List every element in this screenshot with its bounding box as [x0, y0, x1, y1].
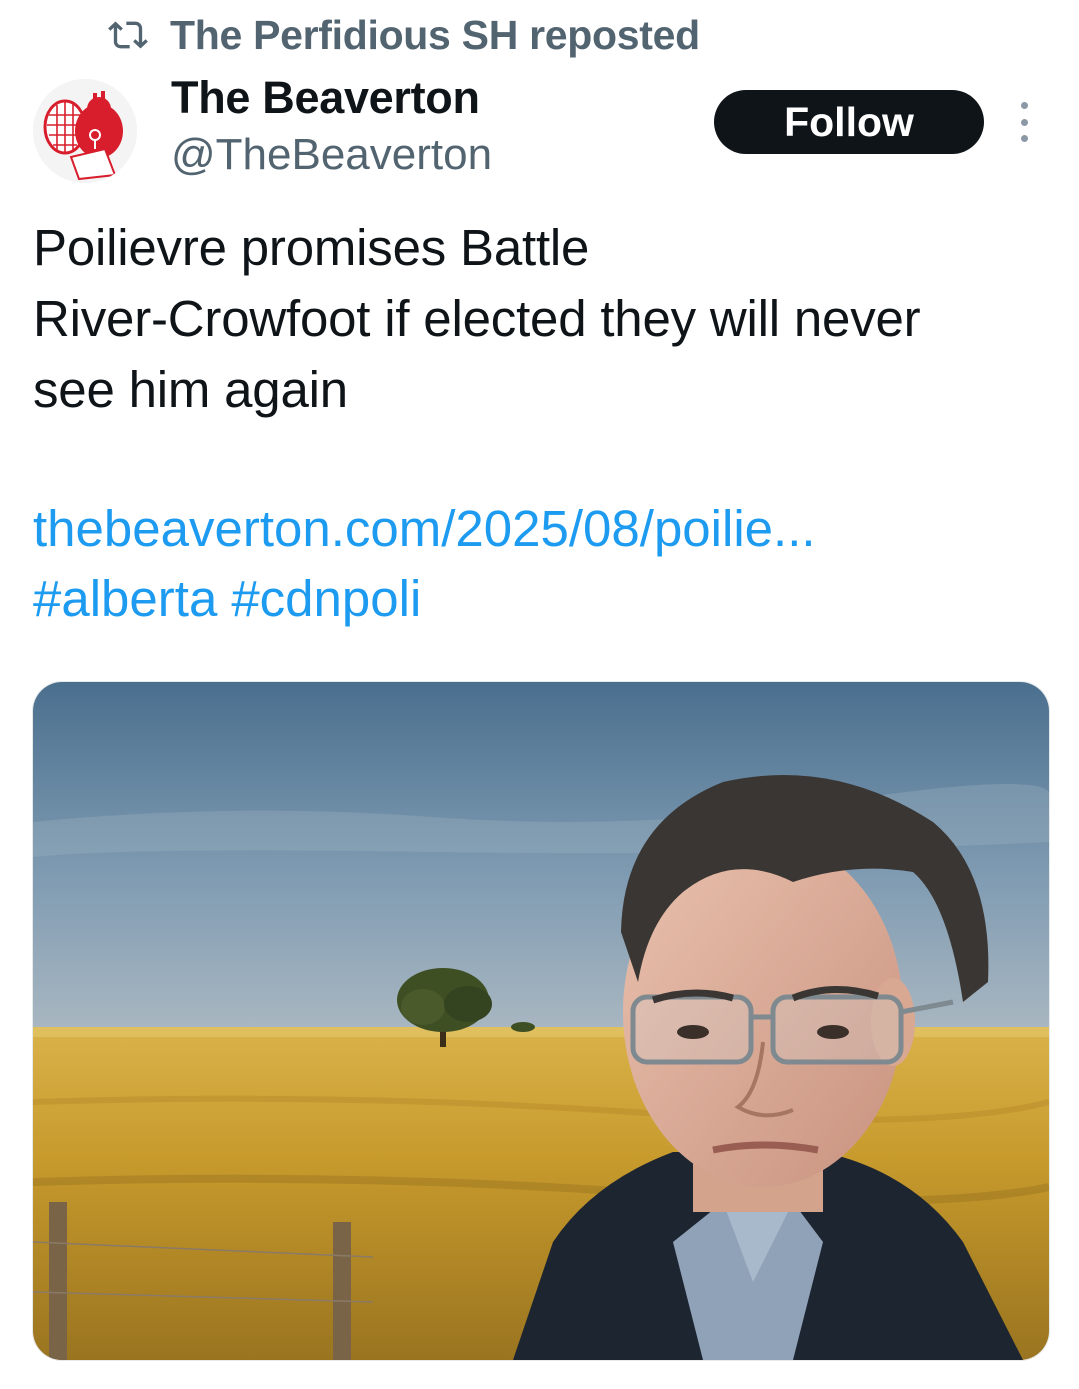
tweet-line: Poilievre promises Battle — [33, 219, 590, 276]
article-link[interactable]: thebeaverton.com/2025/08/poilie... — [33, 500, 816, 557]
repost-icon — [108, 21, 148, 49]
author-name[interactable]: The Beaverton — [171, 72, 480, 124]
more-options-icon[interactable] — [1012, 102, 1036, 142]
more-dot — [1020, 135, 1028, 142]
hashtag-cdnpoli[interactable]: #cdnpoli — [231, 570, 421, 627]
tweet-media-image[interactable] — [32, 681, 1050, 1361]
prairie-photo — [33, 682, 1049, 1360]
follow-button[interactable]: Follow — [714, 90, 984, 154]
more-dot — [1020, 118, 1028, 126]
hashtag-alberta[interactable]: #alberta — [33, 570, 217, 627]
tweet-line: see him again — [33, 361, 348, 418]
beaver-logo-icon — [33, 79, 137, 183]
tweet-line: River-Crowfoot if elected they will neve… — [33, 290, 921, 347]
avatar[interactable] — [33, 79, 137, 183]
tweet-links: thebeaverton.com/2025/08/poilie... #albe… — [33, 494, 816, 634]
repost-label: The Perfidious SH reposted — [170, 11, 700, 58]
author-handle[interactable]: @TheBeaverton — [171, 130, 492, 180]
tweet-text: Poilievre promises Battle River-Crowfoot… — [33, 212, 1053, 425]
more-dot — [1020, 102, 1028, 109]
repost-header[interactable]: The Perfidious SH reposted — [108, 10, 700, 60]
hashtags: #alberta #cdnpoli — [33, 564, 816, 634]
